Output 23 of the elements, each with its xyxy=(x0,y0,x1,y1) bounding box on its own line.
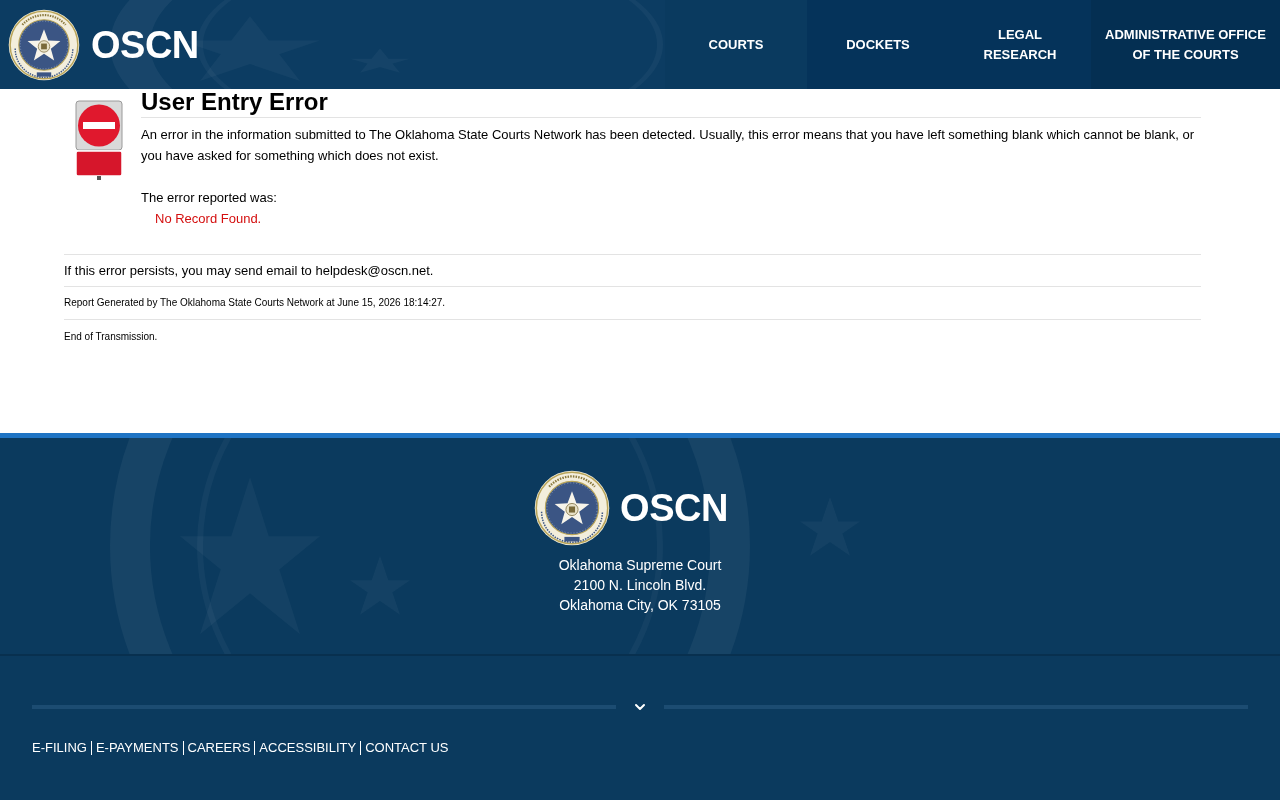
footer-link[interactable]: E-FILING xyxy=(32,739,87,757)
address-line: 2100 N. Lincoln Blvd. xyxy=(573,576,707,595)
nav-link[interactable]: LEGAL RESEARCH xyxy=(949,0,1091,89)
footer-link[interactable]: E-PAYMENTS xyxy=(95,739,179,757)
error-reported-text: No Record Found. xyxy=(155,210,263,228)
footer-link[interactable]: CONTACT US xyxy=(365,739,449,757)
help-text: If this error persists, you may send email to helpdesk@oscn.net. xyxy=(64,262,435,280)
site-title-link[interactable]: OSCN xyxy=(91,25,199,64)
address-line: Oklahoma Supreme Court xyxy=(558,556,722,575)
error-message: An error in the information submitted to The Oklahoma State Courts Network has been detected. Usually, this error means that you have left something blank which cannot be blank, or you have asked for something which does not exist. xyxy=(141,126,1196,165)
error-title: User Entry Error xyxy=(141,89,329,115)
nav-link[interactable]: DOCKETS xyxy=(807,0,949,89)
court-seal-icon xyxy=(8,8,80,81)
end-of-transmission-text: End of Transmission. xyxy=(64,330,159,344)
nav-link[interactable]: ADMINISTRATIVE OFFICE OF THE COURTS xyxy=(1091,0,1280,89)
report-generated-text: Report Generated by The Oklahoma State Courts Network at June 15, 2026 18:14:27. xyxy=(64,296,447,310)
address-line: Oklahoma City, OK 73105 xyxy=(559,596,721,615)
court-seal-icon xyxy=(534,470,611,546)
error-reported-label: The error reported was: xyxy=(141,189,278,207)
do-not-enter-sign-icon xyxy=(75,100,123,180)
footer-link[interactable]: CAREERS xyxy=(187,739,251,757)
site-title-link[interactable]: OSCN xyxy=(620,489,728,527)
footer-link[interactable]: ACCESSIBILITY xyxy=(259,739,357,757)
